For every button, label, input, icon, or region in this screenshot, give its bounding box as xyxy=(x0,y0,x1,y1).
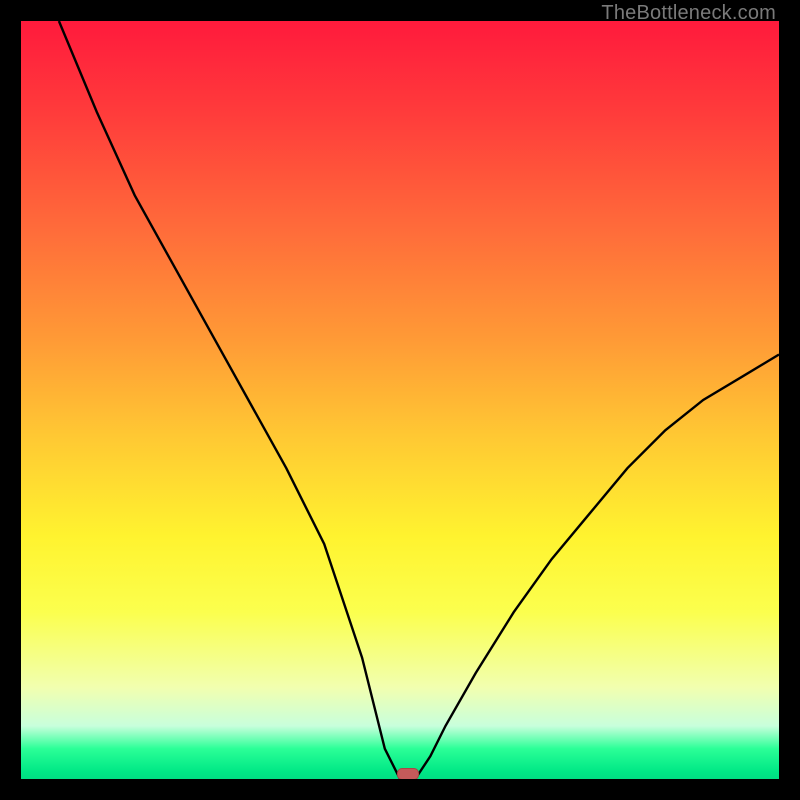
chart-plot-area xyxy=(21,21,779,779)
current-value-marker xyxy=(397,768,419,779)
bottleneck-curve-path xyxy=(59,21,779,779)
bottleneck-curve-svg xyxy=(21,21,779,779)
